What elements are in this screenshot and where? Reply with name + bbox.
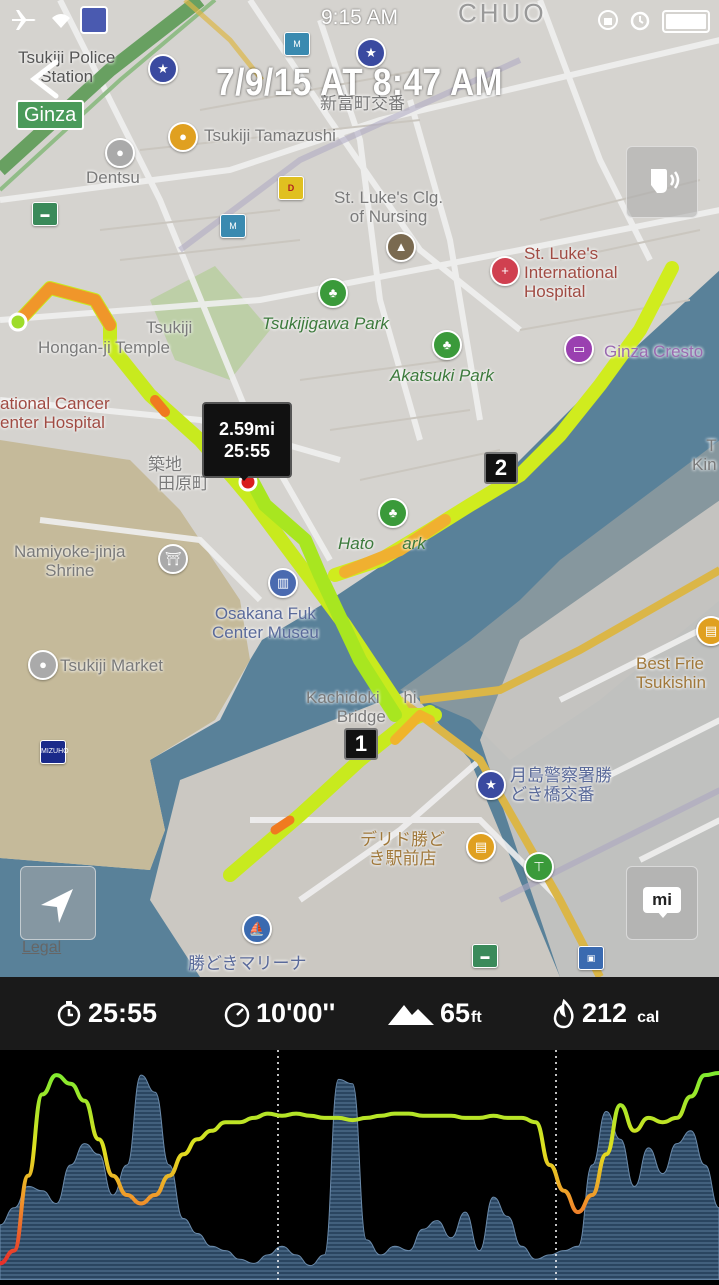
elevation-area (0, 1074, 719, 1281)
cancer-center-label: ational Cancer enter Hospital (0, 394, 110, 432)
graph-canvas (0, 1050, 719, 1281)
kachidoki-bridge-label: Kachidoki hi Bridge (306, 688, 417, 726)
shrine-icon: ⛩ (158, 544, 188, 574)
tsukiji-jp-label: 築地 (148, 455, 182, 474)
convenience-store-icon: ▬ (32, 202, 58, 226)
locate-button[interactable] (20, 866, 96, 940)
namiyoke-shrine-label: Namiyoke-jinja Shrine (14, 542, 126, 580)
st-lukes-hospital-label: St. Luke's International Hospital (524, 244, 618, 301)
elevation-value: 65 (440, 998, 471, 1028)
park-icon: ♣ (432, 330, 462, 360)
tsukiji-market-label: Tsukiji Market (60, 656, 163, 675)
calories-stat: 212 cal (552, 977, 659, 1050)
shopping-icon: ▤ (466, 832, 496, 862)
units-label: mi (643, 887, 681, 913)
dennys-icon: D (278, 176, 304, 200)
tsukijigawa-park-label: Tsukijigawa Park (262, 314, 389, 333)
legal-link[interactable]: Legal (22, 939, 61, 957)
hospital-icon: + (490, 256, 520, 286)
duration-stat: 25:55 (56, 977, 157, 1050)
tooltip-distance: 2.59mi (218, 419, 276, 439)
battery-icon (662, 10, 710, 33)
orientation-lock-icon (598, 10, 618, 30)
pace-stat: 10'00'' (222, 977, 335, 1050)
calories-value: 212 (582, 998, 628, 1028)
mizuho-icon: MIZUHO (40, 740, 69, 764)
pace-gauge-icon (224, 1002, 250, 1027)
park-icon: ♣ (378, 498, 408, 528)
calories-unit: cal (637, 1008, 660, 1026)
pace-elevation-graph[interactable] (0, 1050, 719, 1281)
location-arrow-icon (41, 889, 73, 923)
food-icon: ● (168, 122, 198, 152)
station-icon: ⊤ (524, 852, 554, 882)
tsukishima-police-label: 月島警察署勝 どき橋交番 (510, 766, 612, 804)
best-friend-label: Best Frie Tsukishin (636, 654, 706, 692)
status-bar: 9:15 AM (0, 0, 719, 40)
hotel-icon: ▭ (564, 334, 594, 364)
mountain-icon (388, 1004, 434, 1025)
elevation-unit: ft (471, 1008, 482, 1026)
metro-icon: M (220, 214, 246, 238)
hatoba-park-label: Hato ark (338, 534, 426, 553)
place-icon: ● (28, 650, 58, 680)
units-toggle-button[interactable]: mi (626, 866, 698, 940)
split-marker-1[interactable]: 1 (344, 728, 378, 760)
st-lukes-college-label: St. Luke's Clg. of Nursing (334, 188, 444, 226)
route-map[interactable]: ★ ★ ● ● D ▬ M M ▲ + ♣ ♣ ♣ ▭ ⛩ ▥ ● MIZUHO… (0, 0, 719, 977)
dentsu-label: Dentsu (86, 168, 140, 187)
place-icon: ● (105, 138, 135, 168)
kin-label: T Kin (692, 436, 717, 474)
marina-label: 勝どきマリーナ (188, 954, 307, 973)
school-icon: ▲ (386, 232, 416, 262)
route-position-tooltip: 2.59mi 25:55 (202, 402, 292, 478)
osakana-museum-label: Osakana Fuk Center Museu (212, 604, 319, 642)
dericious-label: デリド勝ど き駅前店 (360, 830, 445, 868)
place-icon: ▤ (696, 616, 719, 646)
flame-icon (553, 998, 574, 1028)
police-box-icon: ▣ (578, 946, 604, 970)
audio-feedback-button[interactable] (626, 146, 698, 218)
tawaracho-label: 田原町 (158, 474, 209, 493)
page-title: 7/9/15 AT 8:47 AM (216, 62, 503, 104)
tamazushi-label: Tsukiji Tamazushi (204, 126, 336, 145)
hongan-temple-label: Hongan-ji Temple (38, 338, 170, 357)
pace-value: 10'00'' (256, 998, 336, 1028)
park-icon: ♣ (318, 278, 348, 308)
split-marker-2[interactable]: 2 (484, 452, 518, 484)
workout-stats-bar: 25:55 10'00'' 65 ft 212 cal (0, 977, 719, 1050)
stopwatch-icon (57, 1000, 81, 1026)
tooltip-time: 25:55 (223, 441, 271, 461)
tsukiji-label: Tsukiji (146, 318, 193, 337)
elevation-stat: 65 ft (388, 977, 482, 1050)
audio-feedback-icon (651, 169, 680, 193)
tooltip-pointer (236, 472, 252, 481)
museum-icon: ▥ (268, 568, 298, 598)
ginza-cresto-label: Ginza Cresto (604, 342, 704, 361)
speech-tail (657, 911, 669, 918)
convenience-store-icon: ▬ (472, 944, 498, 968)
alarm-icon (630, 11, 650, 31)
duration-value: 25:55 (88, 998, 158, 1028)
police-icon: ★ (476, 770, 506, 800)
marina-icon: ⛵ (242, 914, 272, 944)
akatsuki-park-label: Akatsuki Park (390, 366, 494, 385)
